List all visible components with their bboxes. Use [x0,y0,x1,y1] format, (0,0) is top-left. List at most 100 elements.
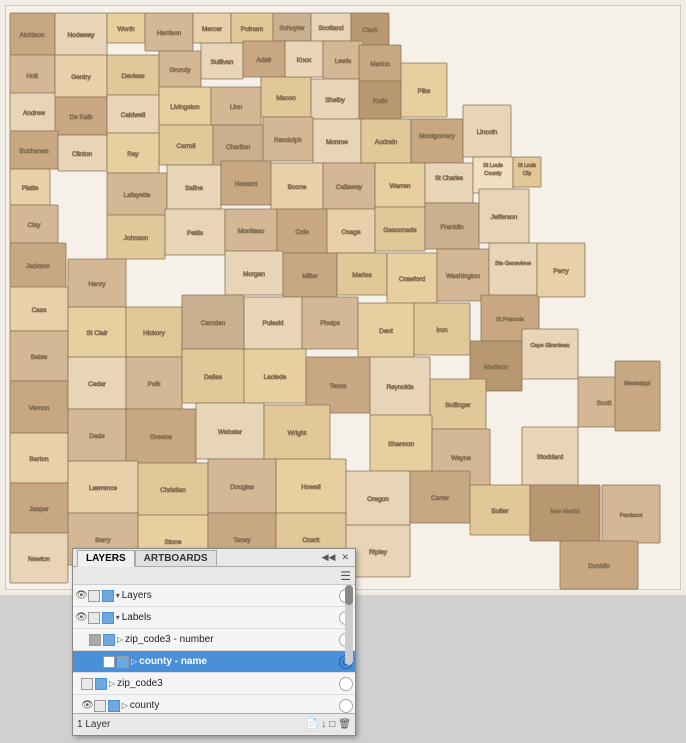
panel-tabs[interactable]: LAYERS ARTBOARDS [77,550,217,566]
svg-text:Wayne: Wayne [451,455,471,462]
svg-text:Greene: Greene [150,434,172,441]
svg-text:Ralls: Ralls [373,98,388,105]
svg-text:Linn: Linn [230,104,243,111]
svg-text:Clay: Clay [27,222,41,229]
svg-text:Barry: Barry [95,537,111,544]
svg-text:Adair: Adair [256,57,272,64]
visibility-icon-labels[interactable]: 👁 [75,612,88,623]
svg-text:Grundy: Grundy [169,67,191,74]
layer-row-zipcode3-number[interactable]: ▷ zip_code3 - number [73,629,355,651]
svg-text:Stone: Stone [165,539,182,546]
tab-layers[interactable]: LAYERS [77,550,135,567]
color-swatch2-county [117,656,129,668]
expand-arrow-labels[interactable]: ▾ [116,613,120,622]
svg-text:Carroll: Carroll [176,143,196,150]
expand-arrow-county[interactable]: ▷ [131,657,137,666]
svg-text:Madison: Madison [484,364,509,371]
missouri-map[interactable]: Atchison Nodaway Worth Harrison Mercer P… [5,5,681,590]
layers-panel[interactable]: LAYERS ARTBOARDS ◀◀ ✕ ☰ 👁 ▾ Layers 👁 ▾ [72,548,356,736]
svg-text:Nodaway: Nodaway [67,32,95,39]
svg-text:Bollinger: Bollinger [445,402,471,409]
svg-text:Randolph: Randolph [274,137,302,144]
expand-arrow-zip3num[interactable]: ▷ [117,635,123,644]
svg-text:Gasconade: Gasconade [383,227,417,234]
svg-text:Ripley: Ripley [369,549,388,556]
svg-text:Morgan: Morgan [243,271,265,278]
svg-text:Maries: Maries [352,272,372,279]
svg-text:Osage: Osage [341,229,361,236]
panel-menu-icon[interactable]: ☰ [340,569,351,583]
visibility-icon-county[interactable]: 👁 [81,700,94,711]
collapse-icon[interactable]: ◀◀ [320,552,338,563]
svg-text:Polk: Polk [148,381,161,388]
target-circle-zip3[interactable] [339,677,353,691]
svg-text:Vernon: Vernon [29,405,50,412]
layer-row-county-name[interactable]: ▷ county - name [73,651,355,673]
svg-text:Andrew: Andrew [23,110,45,117]
svg-text:Phelps: Phelps [320,320,341,327]
svg-text:Franklin: Franklin [440,224,464,231]
svg-text:Barton: Barton [29,456,49,463]
svg-text:Macon: Macon [276,95,296,102]
move-to-layer-icon[interactable]: ↓ [321,719,326,730]
svg-text:Jasper: Jasper [29,506,49,513]
svg-text:Pemiscot: Pemiscot [620,513,643,519]
tab-artboards[interactable]: ARTBOARDS [135,550,217,566]
svg-text:De Kalb: De Kalb [69,114,93,121]
svg-text:Audrain: Audrain [375,139,398,146]
color-swatch2-zip3num [103,634,115,646]
expand-arrow-county2[interactable]: ▷ [122,701,128,710]
map-area: Atchison Nodaway Worth Harrison Mercer P… [0,0,686,595]
duplicate-layer-icon[interactable]: □ [329,719,335,730]
visibility-icon-layers[interactable]: 👁 [75,590,88,601]
svg-text:St Louis: St Louis [483,163,503,169]
layer-name-county: county - name [139,656,337,667]
svg-text:Cass: Cass [32,307,48,314]
layer-row-layers[interactable]: 👁 ▾ Layers [73,585,355,607]
expand-arrow-layers[interactable]: ▾ [116,591,120,600]
svg-text:Scotland: Scotland [318,25,344,32]
layer-name-county2: county [130,700,337,711]
svg-text:Shelby: Shelby [325,97,346,104]
svg-text:Camden: Camden [201,320,226,327]
svg-text:Lincoln: Lincoln [477,129,498,136]
layer-row-county[interactable]: 👁 ▷ county [73,695,355,713]
scroll-indicator[interactable] [345,585,353,665]
svg-text:Sullivan: Sullivan [211,59,234,66]
close-icon[interactable]: ✕ [339,552,351,563]
target-circle-county2[interactable] [339,699,353,713]
svg-text:Wright: Wright [288,430,307,437]
svg-text:Gentry: Gentry [71,74,91,81]
svg-text:Saline: Saline [185,185,203,192]
svg-text:Worth: Worth [117,26,135,33]
delete-layer-icon[interactable]: 🗑 [338,719,351,730]
svg-text:Clark: Clark [362,27,378,34]
svg-text:Caldwell: Caldwell [121,112,146,119]
svg-text:Montgomery: Montgomery [419,133,456,140]
svg-text:Pulaski: Pulaski [263,320,284,327]
svg-text:Henry: Henry [88,281,106,288]
svg-text:St Clair: St Clair [86,330,108,337]
color-swatch2-county2 [108,700,120,712]
new-layer-icon[interactable]: 📄 [306,719,318,730]
layer-row-labels[interactable]: 👁 ▾ Labels [73,607,355,629]
layer-count: 1 Layer [77,719,110,730]
color-swatch-county2 [94,700,106,712]
svg-text:Jackson: Jackson [26,263,50,270]
svg-text:Newton: Newton [28,556,50,563]
svg-text:Crawford: Crawford [399,276,426,283]
layer-row-zipcode3[interactable]: ▷ zip_code3 [73,673,355,695]
svg-text:Dent: Dent [379,328,393,335]
svg-text:Reynolds: Reynolds [386,384,414,391]
svg-text:Webster: Webster [218,429,243,436]
svg-text:Harrison: Harrison [157,30,182,37]
svg-text:Ray: Ray [127,151,139,158]
footer-icons: 📄 ↓ □ 🗑 [306,719,351,730]
svg-text:Schuyler: Schuyler [279,25,305,32]
svg-text:Warren: Warren [389,183,410,190]
svg-text:Holt: Holt [26,73,38,80]
svg-text:Dunklin: Dunklin [588,563,610,570]
svg-text:Buchanan: Buchanan [19,148,49,155]
svg-text:Howard: Howard [235,181,258,188]
expand-arrow-zip3[interactable]: ▷ [109,679,115,688]
